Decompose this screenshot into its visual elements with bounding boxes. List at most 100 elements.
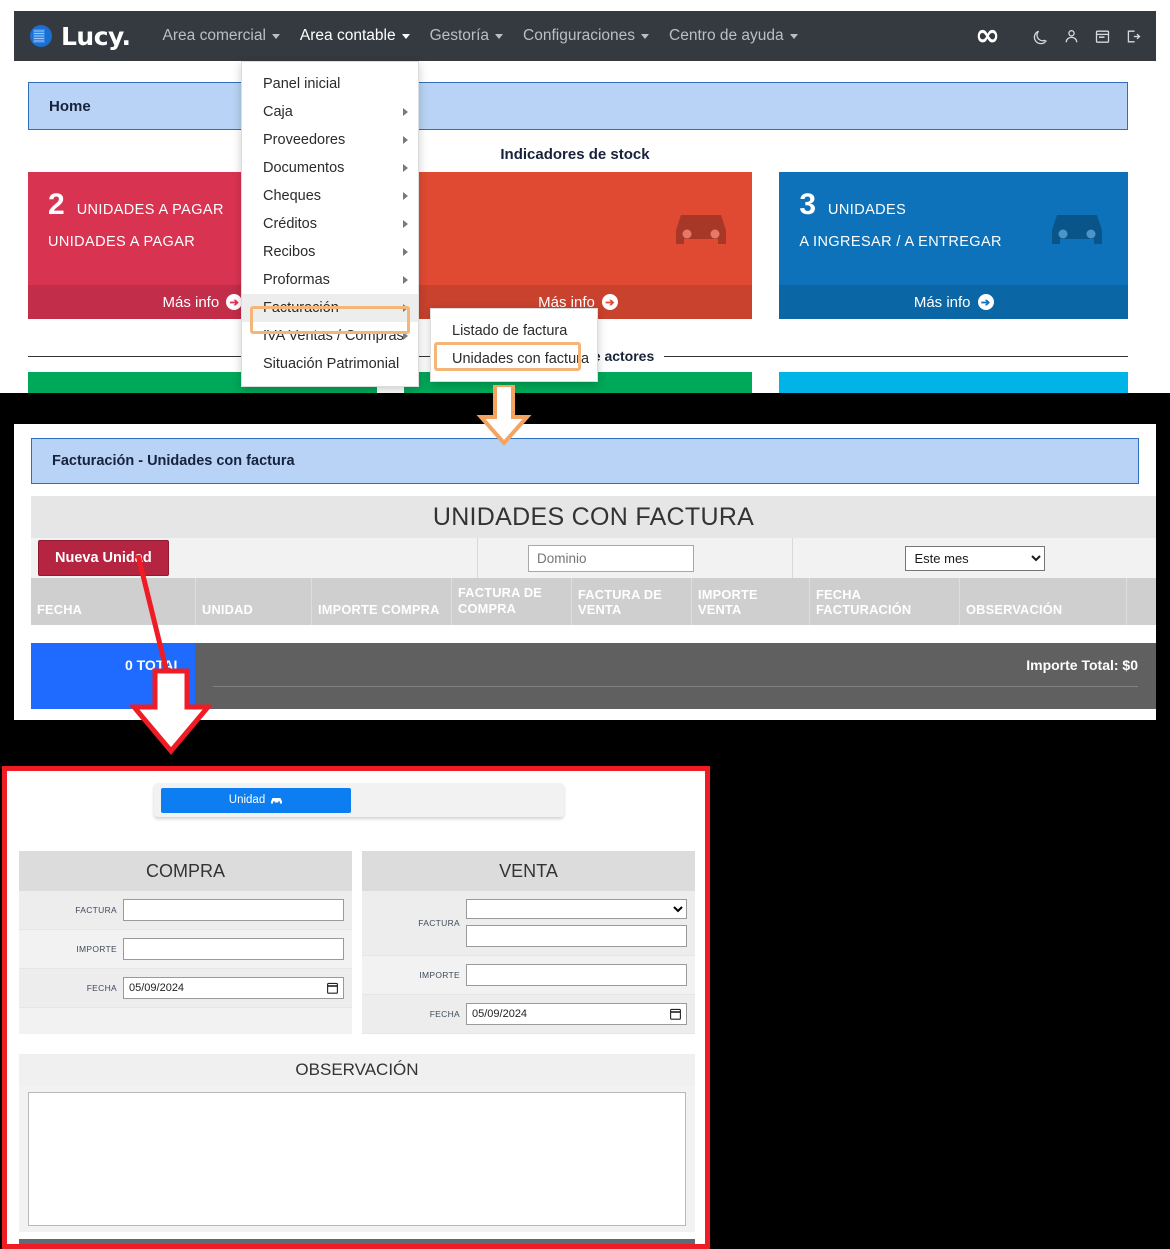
venta-factura-control [466,899,687,947]
chevron-right-icon [403,304,408,312]
column-header-actions[interactable] [1126,578,1156,625]
venta-heading: VENTA [362,851,695,891]
chevron-right-icon [403,108,408,116]
menu-item-cheques[interactable]: Cheques [242,182,418,210]
user-account-icon[interactable] [1063,28,1080,45]
stock-cards: 2 UNIDADES A PAGAR UNIDADES A PAGAR Más … [28,172,1129,319]
nav-label: Centro de ayuda [669,27,784,44]
compra-factura-label: FACTURA [75,905,117,915]
compra-importe-input[interactable] [123,938,344,960]
observacion-heading: OBSERVACIÓN [19,1054,695,1086]
compra-factura-input[interactable] [123,899,344,921]
breadcrumb-label: Facturación - Unidades con factura [52,453,295,469]
menu-item-label: Proveedores [263,132,346,148]
venta-fecha-label: FECHA [429,1009,460,1019]
column-header-unidad[interactable]: UNIDAD [195,578,311,625]
page-title: UNIDADES CON FACTURA [31,496,1156,538]
card-label: UNIDADES [828,202,907,218]
compra-section: COMPRA FACTURA IMPORTE FECHA [19,851,352,1034]
menu-item-caja[interactable]: Caja [242,98,418,126]
infinity-icon[interactable]: ∞ [975,21,1000,51]
venta-fecha-row: FECHA [362,995,695,1034]
venta-importe-control [466,964,687,986]
column-header-fecha-facturacion[interactable]: FECHA FACTURACIÓN [809,578,959,625]
chevron-right-icon [403,248,408,256]
car-icon [676,215,727,244]
menu-item-unidades-con-factura[interactable]: Unidades con factura [431,345,597,373]
card-number: 3 [799,188,817,221]
menu-item-proveedores[interactable]: Proveedores [242,126,418,154]
venta-factura-row: FACTURA [362,891,695,956]
column-header-importe-venta[interactable]: IMPORTE VENTA [691,578,809,625]
brand[interactable]: Lucy. [28,22,131,51]
chevron-down-icon [641,33,650,39]
menu-item-label: Cheques [263,188,322,204]
compra-importe-row: IMPORTE [19,930,352,969]
stock-indicators-title: Indicadores de stock [500,146,650,163]
moon-dark-mode-icon[interactable] [1032,28,1049,45]
arrow-right-circle-icon: ➔ [977,294,994,310]
column-header-observacion[interactable]: OBSERVACIÓN [959,578,1126,625]
toolbar-period: Este mes [793,538,1156,578]
nav-item-gestoria[interactable]: Gestoría [420,23,513,49]
arrow-down-red-annotation [128,555,212,755]
menu-item-proformas[interactable]: Proformas [242,266,418,294]
venta-fecha-input[interactable] [466,1003,687,1025]
menu-item-panel-inicial[interactable]: Panel inicial [242,70,418,98]
column-header-factura-de-compra[interactable]: FACTURA DE COMPRA [451,578,571,625]
nav-item-configuraciones[interactable]: Configuraciones [513,23,659,49]
venta-factura-select[interactable] [466,899,687,919]
menu-item-label: Caja [263,104,293,120]
nav-label: Gestoría [429,27,490,44]
compra-fecha-label: FECHA [86,983,117,993]
arrow-right-circle-icon: ➔ [601,294,618,310]
search-input[interactable] [528,544,694,572]
nav-item-centro-de-ayuda[interactable]: Centro de ayuda [659,23,808,49]
guardar-button[interactable]: Guardar [19,1239,695,1244]
column-header-factura-de-venta[interactable]: FACTURA DE VENTA [571,578,691,625]
card-unidades-a-ingresar[interactable]: 3 UNIDADES A INGRESAR / A ENTREGAR Más i… [779,172,1129,319]
menu-item-facturacion[interactable]: Facturación [242,294,418,322]
menu-item-recibos[interactable]: Recibos [242,238,418,266]
chevron-right-icon [403,192,408,200]
nav-item-area-contable[interactable]: Area contable [290,23,420,49]
nav-label: Area comercial [162,27,266,44]
compra-fecha-control [123,977,344,999]
menu-item-creditos[interactable]: Créditos [242,210,418,238]
observacion-textarea[interactable] [28,1092,686,1226]
calendar-icon[interactable] [1094,28,1111,45]
nav-item-area-comercial[interactable]: Area comercial [153,23,290,49]
card-more-info-link[interactable]: Más info ➔ [779,285,1129,319]
chevron-down-icon [495,33,504,39]
tab-unidad[interactable]: Unidad [161,787,351,813]
period-select[interactable]: Este mes [904,545,1045,571]
chevron-down-icon [401,33,410,39]
venta-importe-input[interactable] [466,964,687,986]
arrow-right-circle-icon: ➔ [226,294,243,310]
screenshot-root: Lucy. Area comercial Area contable Gesto… [0,0,1170,1249]
facturacion-submenu[interactable]: Listado de factura Unidades con factura [430,308,598,382]
area-contable-dropdown[interactable]: Panel inicial Caja Proveedores Documento… [241,61,419,387]
logout-icon[interactable] [1125,28,1142,45]
compra-fecha-input[interactable] [123,977,344,999]
menu-item-iva-ventas-compras[interactable]: IVA Ventas / Compras [242,322,418,350]
tab-unidad-label: Unidad [228,794,266,806]
chevron-right-icon [403,164,408,172]
breadcrumb: Facturación - Unidades con factura [31,438,1139,484]
chevron-right-icon [403,220,408,228]
card-middle[interactable]: Más info ➔ [403,172,753,319]
actor-card-3[interactable] [779,372,1129,393]
observacion-box [19,1086,695,1232]
compra-factura-control [123,899,344,921]
menu-item-label: Facturación [263,300,339,316]
column-header-importe-compra[interactable]: IMPORTE COMPRA [311,578,451,625]
menu-item-label: Situación Patrimonial [263,356,400,372]
menu-item-situacion-patrimonial[interactable]: Situación Patrimonial [242,350,418,378]
menu-item-documentos[interactable]: Documentos [242,154,418,182]
car-icon [271,797,283,803]
card-top [404,172,753,190]
venta-factura-input[interactable] [466,925,687,947]
venta-importe-label: IMPORTE [419,970,460,980]
menu-item-listado-de-factura[interactable]: Listado de factura [431,317,597,345]
compra-fecha-row: FECHA [19,969,352,1008]
